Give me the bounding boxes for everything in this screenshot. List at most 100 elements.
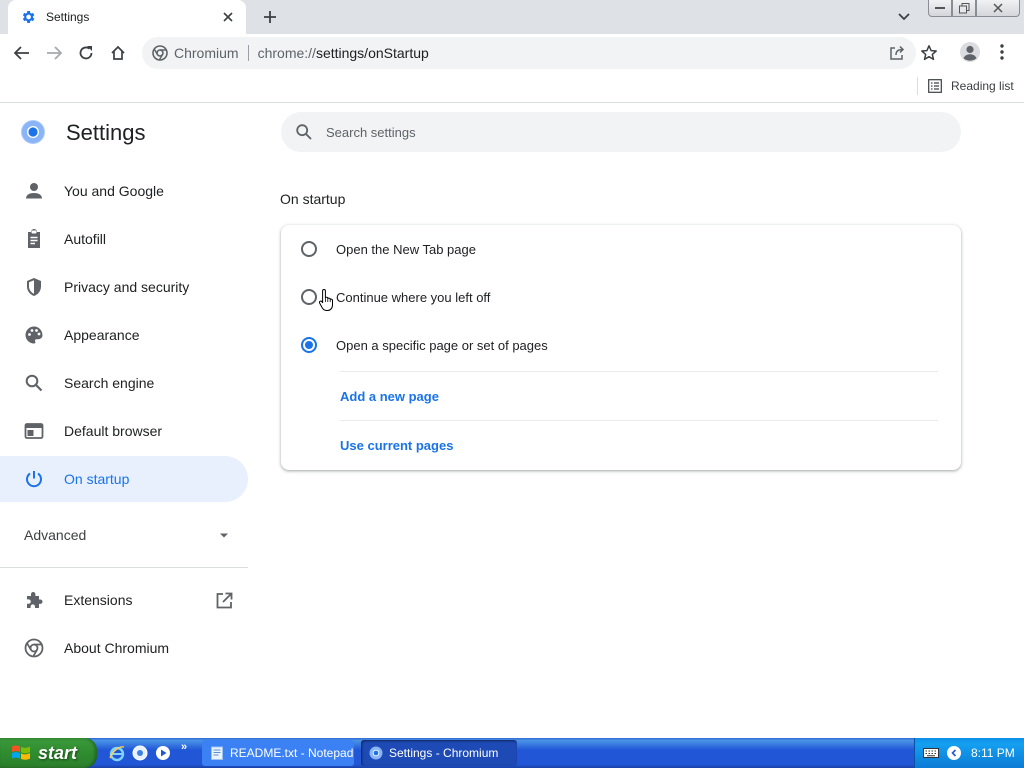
chevron-down-icon[interactable] xyxy=(894,8,914,26)
option-label: Open a specific page or set of pages xyxy=(336,337,548,353)
kebab-menu-icon[interactable] xyxy=(994,40,1010,64)
new-tab-button[interactable] xyxy=(258,6,282,28)
puzzle-piece-icon xyxy=(24,590,44,610)
sidebar-item-on-startup[interactable]: On startup xyxy=(0,456,248,502)
reading-list-button[interactable]: Reading list xyxy=(928,76,1014,96)
reading-list-label: Reading list xyxy=(951,79,1014,93)
sidebar-item-autofill[interactable]: Autofill xyxy=(0,216,248,262)
external-link-icon[interactable] xyxy=(214,591,234,611)
back-button[interactable] xyxy=(8,40,36,66)
page-title: Settings xyxy=(66,120,146,145)
sidebar-item-search-engine[interactable]: Search engine xyxy=(0,360,248,406)
radio-button[interactable] xyxy=(301,289,317,305)
sidebar-item-label: You and Google xyxy=(64,183,164,199)
home-button[interactable] xyxy=(104,40,132,66)
window-close-button[interactable] xyxy=(976,0,1020,17)
chevron-right-double-icon[interactable]: » xyxy=(181,741,187,753)
taskbar-item-chromium[interactable]: Settings - Chromium xyxy=(361,740,517,766)
keyboard-icon[interactable] xyxy=(923,746,939,760)
bookmarks-bar: Reading list xyxy=(0,72,1024,103)
reading-list-icon xyxy=(928,79,942,93)
option-label: Continue where you left off xyxy=(336,289,491,305)
search-icon xyxy=(24,373,44,393)
chromium-icon xyxy=(369,746,383,760)
section-title: On startup xyxy=(280,191,346,207)
omnibox-divider xyxy=(247,45,249,61)
explorer-icon[interactable] xyxy=(131,744,149,762)
option-specific-pages[interactable]: Open a specific page or set of pages xyxy=(281,321,961,369)
palette-icon xyxy=(24,325,44,345)
sidebar-advanced-toggle[interactable]: Advanced xyxy=(0,516,248,554)
star-icon[interactable] xyxy=(920,44,938,62)
advanced-label: Advanced xyxy=(24,527,87,543)
sidebar-item-label: Extensions xyxy=(64,592,133,608)
option-continue-where-left-off[interactable]: Continue where you left off xyxy=(281,273,961,321)
sidebar-item-privacy-and-security[interactable]: Privacy and security xyxy=(0,264,248,310)
profile-avatar-icon[interactable] xyxy=(958,40,982,64)
radio-button[interactable] xyxy=(301,241,317,257)
sidebar-item-you-and-google[interactable]: You and Google xyxy=(0,168,248,214)
person-icon xyxy=(24,181,44,201)
url-scheme: chrome:// xyxy=(257,45,316,61)
chromium-icon xyxy=(24,638,44,658)
sidebar-divider xyxy=(0,567,248,568)
gear-icon xyxy=(20,9,36,25)
close-icon[interactable] xyxy=(220,9,236,25)
card-divider xyxy=(340,420,938,421)
bookmarks-divider xyxy=(917,77,918,95)
caret-down-icon xyxy=(214,525,234,545)
sidebar-item-label: On startup xyxy=(64,471,130,487)
chromium-icon xyxy=(152,45,168,61)
taskbar-item-label: Settings - Chromium xyxy=(389,746,499,760)
radio-button-checked[interactable] xyxy=(301,337,317,353)
share-icon[interactable] xyxy=(888,44,906,62)
start-label: start xyxy=(38,742,78,763)
sidebar-item-label: Autofill xyxy=(64,231,107,247)
windows-flag-icon xyxy=(10,743,32,763)
url-text: chrome://settings/onStartup xyxy=(258,45,429,61)
option-new-tab-page[interactable]: Open the New Tab page xyxy=(281,225,961,273)
taskbar-item-notepad[interactable]: README.txt - Notepad xyxy=(202,740,354,766)
search-icon xyxy=(295,123,313,141)
clipboard-icon xyxy=(24,229,44,249)
power-icon xyxy=(24,469,44,489)
clock: 8:11 PM xyxy=(971,746,1015,760)
start-button[interactable]: start xyxy=(0,738,97,768)
sidebar-item-label: Default browser xyxy=(64,423,163,439)
taskbar-item-label: README.txt - Notepad xyxy=(230,746,354,760)
windows-taskbar: start » README.txt - Notepad Settings - … xyxy=(0,738,1024,768)
minimize-button[interactable] xyxy=(928,0,952,17)
site-name: Chromium xyxy=(174,45,239,61)
forward-button[interactable] xyxy=(40,40,68,66)
use-current-pages-link[interactable]: Use current pages xyxy=(340,438,453,453)
startup-options-card: Open the New Tab page Continue where you… xyxy=(281,225,961,470)
tab-settings[interactable]: Settings xyxy=(8,0,246,34)
add-new-page-link[interactable]: Add a new page xyxy=(340,389,439,404)
sidebar-item-default-browser[interactable]: Default browser xyxy=(0,408,248,454)
sidebar-item-label: Search engine xyxy=(64,375,155,391)
address-bar[interactable]: Chromium chrome://settings/onStartup xyxy=(142,37,937,69)
sidebar-item-about-chromium[interactable]: About Chromium xyxy=(0,625,248,671)
tab-strip: Settings xyxy=(0,0,1024,34)
url-path: settings/onStartup xyxy=(315,45,429,61)
reload-button[interactable] xyxy=(72,40,100,66)
notepad-icon xyxy=(210,746,224,760)
sidebar-item-label: Appearance xyxy=(64,327,140,343)
settings-page: Settings You and Google Autofill Privacy… xyxy=(0,104,1024,738)
browser-window-icon xyxy=(24,421,44,441)
restore-button[interactable] xyxy=(952,0,976,17)
show-hidden-icons-icon[interactable] xyxy=(947,746,961,760)
media-player-icon[interactable] xyxy=(154,744,172,762)
settings-search[interactable] xyxy=(281,112,961,152)
shield-icon xyxy=(24,277,44,297)
browser-toolbar: Chromium chrome://settings/onStartup xyxy=(0,34,1024,72)
chromium-logo-icon xyxy=(21,120,45,144)
sidebar-item-label: About Chromium xyxy=(64,640,170,656)
card-divider xyxy=(340,371,938,372)
sidebar-item-label: Privacy and security xyxy=(64,279,190,295)
internet-explorer-icon[interactable] xyxy=(108,744,126,762)
system-tray: 8:11 PM xyxy=(914,738,1024,768)
search-input[interactable] xyxy=(326,124,906,140)
sidebar-item-appearance[interactable]: Appearance xyxy=(0,312,248,358)
sidebar-item-extensions[interactable]: Extensions xyxy=(0,577,248,623)
